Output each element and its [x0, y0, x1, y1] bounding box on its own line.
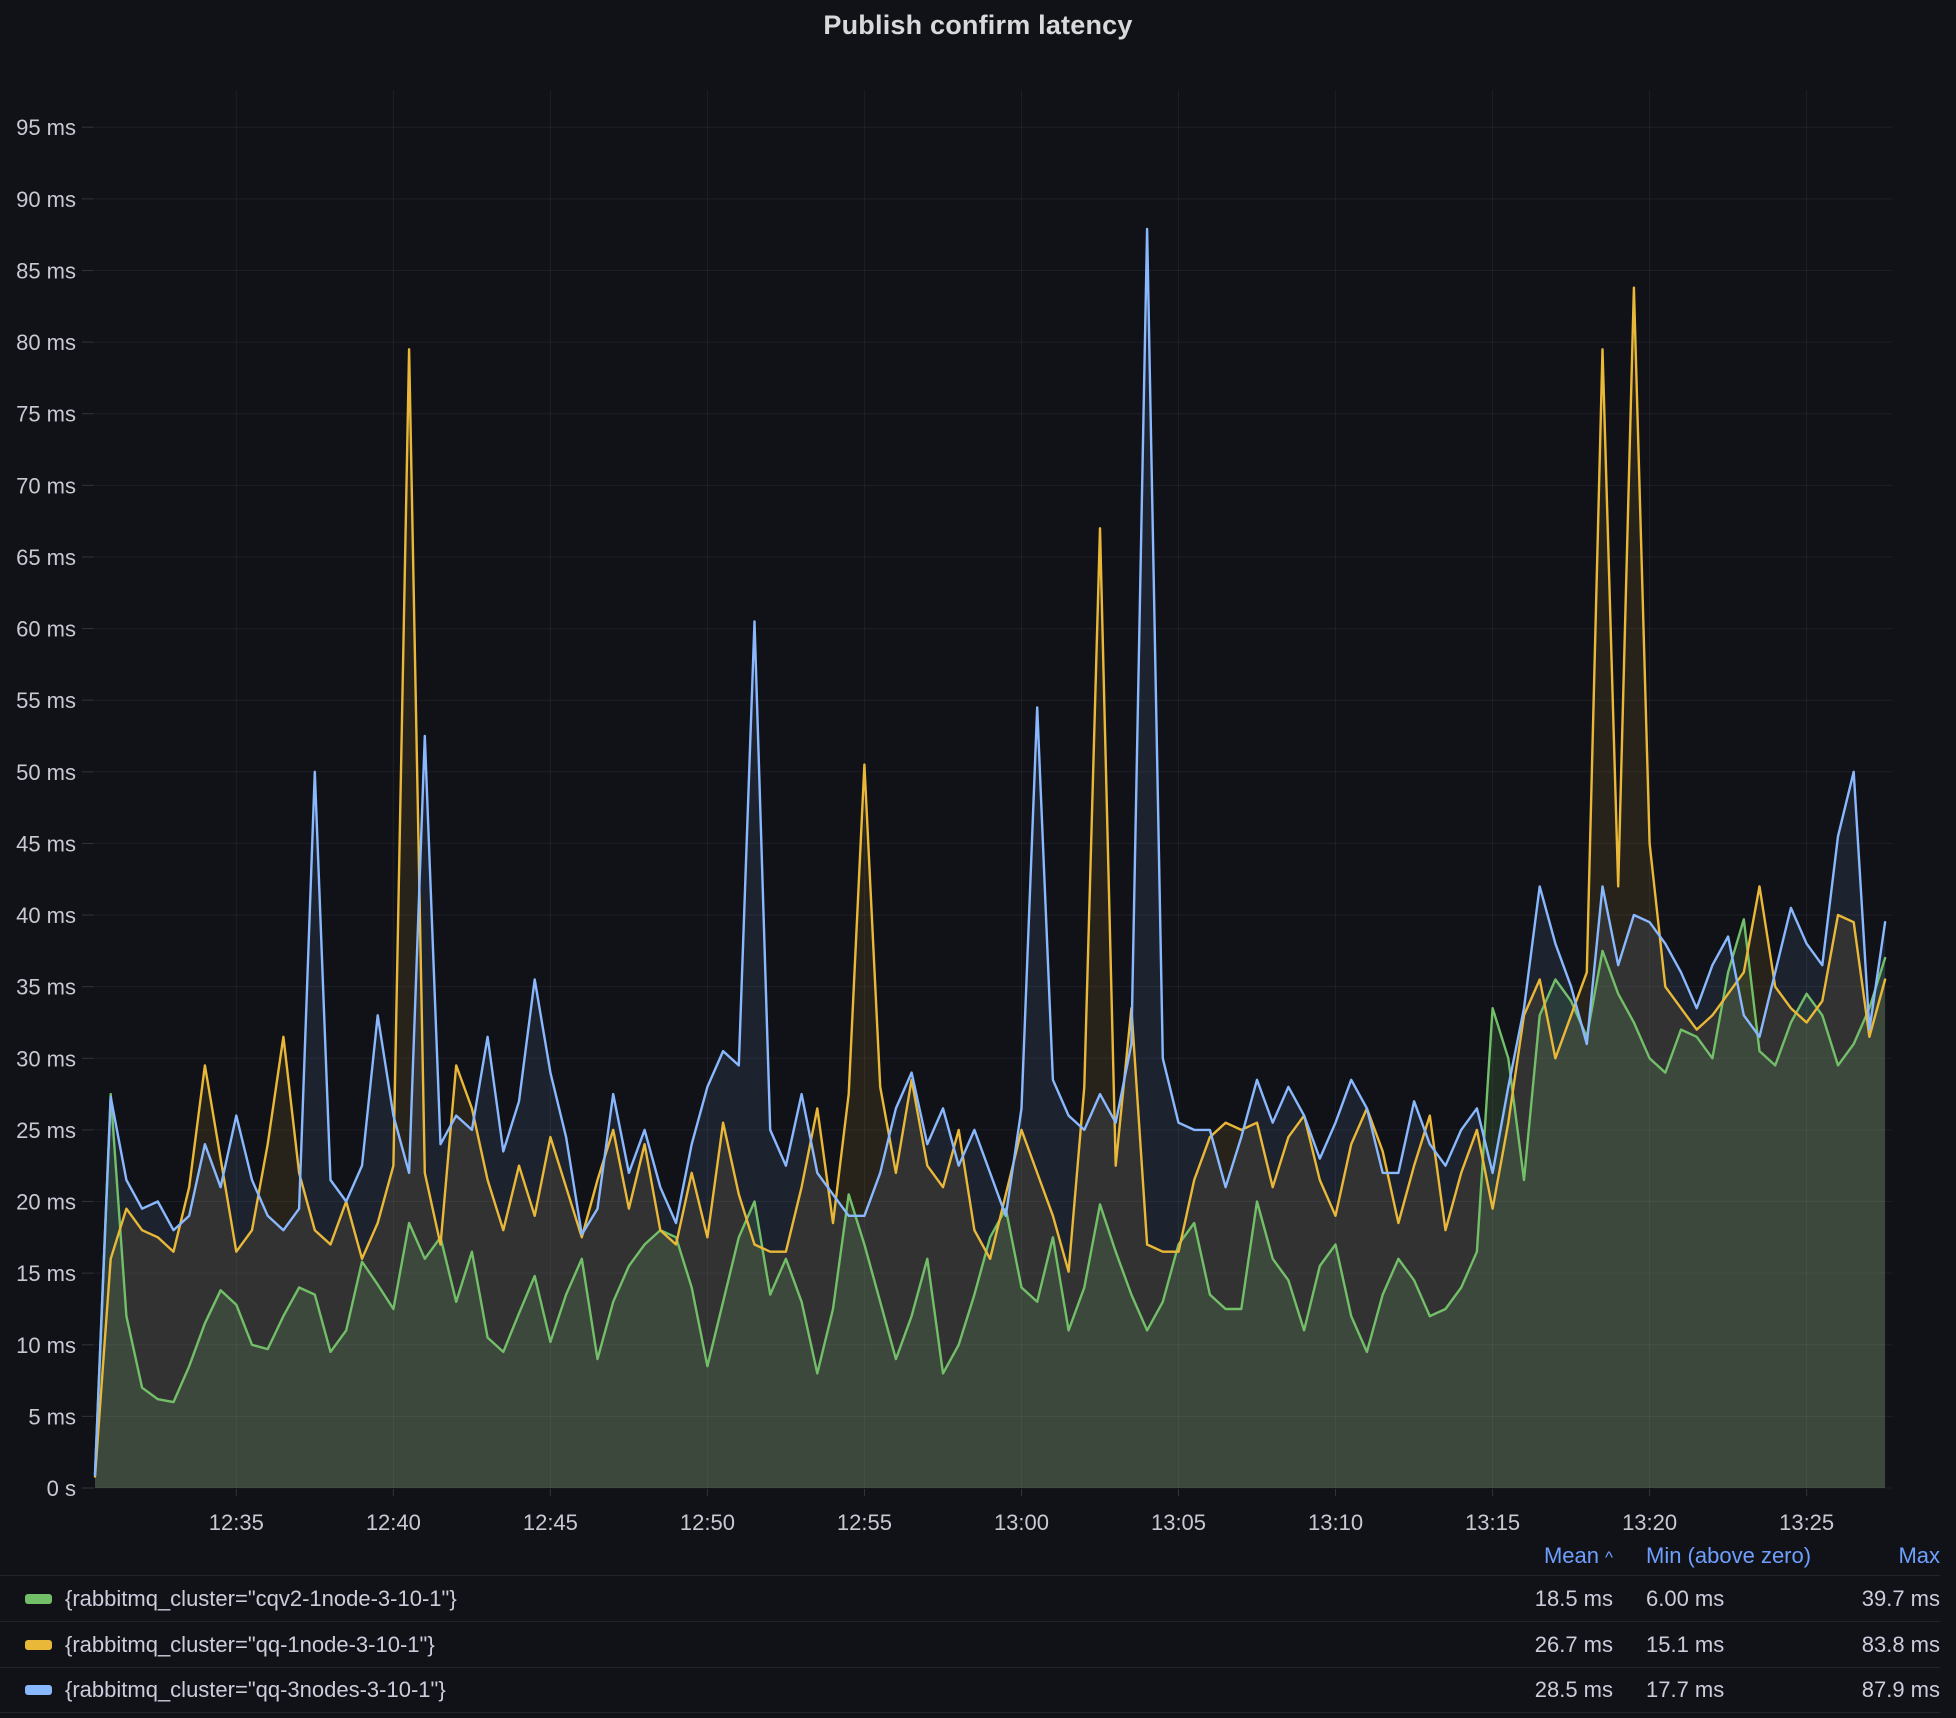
legend-col-max[interactable]: Max — [1820, 1543, 1940, 1569]
series-label[interactable]: {rabbitmq_cluster="cqv2-1node-3-10-1"} — [65, 1586, 457, 1612]
y-axis-tick-label: 70 ms — [16, 473, 76, 498]
x-axis-tick-label: 12:45 — [523, 1510, 578, 1535]
series-color-swatch[interactable] — [25, 1594, 52, 1604]
y-axis-tick-label: 60 ms — [16, 617, 76, 642]
y-axis-tick-label: 50 ms — [16, 760, 76, 785]
mean-value: 26.7 ms — [1493, 1632, 1613, 1658]
grafana-panel: Publish confirm latency 0 s5 ms10 ms15 m… — [0, 0, 1956, 1718]
y-axis-tick-label: 40 ms — [16, 903, 76, 928]
mean-header-label: Mean — [1544, 1543, 1599, 1568]
y-axis-tick-label: 25 ms — [16, 1118, 76, 1143]
min-value: 15.1 ms — [1613, 1632, 1820, 1658]
y-axis-tick-label: 80 ms — [16, 330, 76, 355]
y-axis-tick-label: 35 ms — [16, 975, 76, 1000]
x-axis-tick-label: 13:25 — [1779, 1510, 1834, 1535]
max-value: 83.8 ms — [1820, 1632, 1940, 1658]
max-value: 87.9 ms — [1820, 1677, 1940, 1703]
legend-header-row: Mean ^ Min (above zero) Max — [0, 1537, 1940, 1575]
mean-value: 28.5 ms — [1493, 1677, 1613, 1703]
x-axis-tick-label: 13:20 — [1622, 1510, 1677, 1535]
series-label[interactable]: {rabbitmq_cluster="qq-3nodes-3-10-1"} — [65, 1677, 446, 1703]
legend-row-cqv2-1node: {rabbitmq_cluster="cqv2-1node-3-10-1"} 1… — [0, 1575, 1940, 1621]
x-axis-tick-label: 13:05 — [1151, 1510, 1206, 1535]
max-value: 39.7 ms — [1820, 1586, 1940, 1612]
min-value: 17.7 ms — [1613, 1677, 1820, 1703]
x-axis-tick-label: 13:10 — [1308, 1510, 1363, 1535]
y-axis-tick-label: 85 ms — [16, 258, 76, 283]
mean-value: 18.5 ms — [1493, 1586, 1613, 1612]
latency-time-series-chart[interactable]: 0 s 5 ms 10 ms 15 ms 20 ms 25 ms 30 ms 35 ms 40 … — [0, 0, 1956, 1537]
y-axis-tick-label: 15 ms — [16, 1261, 76, 1286]
min-value: 6.00 ms — [1613, 1586, 1820, 1612]
legend-row-qq-1node: {rabbitmq_cluster="qq-1node-3-10-1"} 26.… — [0, 1621, 1940, 1667]
max-header-label: Max — [1898, 1543, 1940, 1568]
x-axis-tick-label: 13:00 — [994, 1510, 1049, 1535]
series-color-swatch[interactable] — [25, 1640, 52, 1650]
x-axis-tick-label: 12:50 — [680, 1510, 735, 1535]
y-axis-tick-label: 0 s — [47, 1476, 76, 1501]
x-axis-tick-label: 12:55 — [837, 1510, 892, 1535]
x-axis-tick-label: 12:40 — [366, 1510, 421, 1535]
y-axis-tick-label: 75 ms — [16, 402, 76, 427]
legend-col-mean[interactable]: Mean ^ — [1493, 1543, 1613, 1569]
series-label[interactable]: {rabbitmq_cluster="qq-1node-3-10-1"} — [65, 1632, 435, 1658]
min-header-label: Min (above zero) — [1646, 1543, 1811, 1568]
y-axis-tick-label: 5 ms — [28, 1404, 76, 1429]
y-axis-tick-label: 90 ms — [16, 187, 76, 212]
y-axis-tick-label: 10 ms — [16, 1333, 76, 1358]
x-axis-tick-label: 13:15 — [1465, 1510, 1520, 1535]
sort-ascending-icon: ^ — [1605, 1548, 1613, 1567]
y-axis-tick-label: 55 ms — [16, 688, 76, 713]
y-axis-tick-label: 95 ms — [16, 115, 76, 140]
legend-row-qq-3nodes: {rabbitmq_cluster="qq-3nodes-3-10-1"} 28… — [0, 1667, 1940, 1713]
series-color-swatch[interactable] — [25, 1685, 52, 1695]
y-axis-tick-label: 65 ms — [16, 545, 76, 570]
legend-table: Mean ^ Min (above zero) Max {rabbitmq_clu… — [0, 1537, 1956, 1718]
y-axis-tick-label: 20 ms — [16, 1190, 76, 1215]
x-axis-tick-label: 12:35 — [209, 1510, 264, 1535]
legend-col-min[interactable]: Min (above zero) — [1613, 1543, 1820, 1569]
y-axis-tick-label: 45 ms — [16, 831, 76, 856]
y-axis-tick-label: 30 ms — [16, 1046, 76, 1071]
